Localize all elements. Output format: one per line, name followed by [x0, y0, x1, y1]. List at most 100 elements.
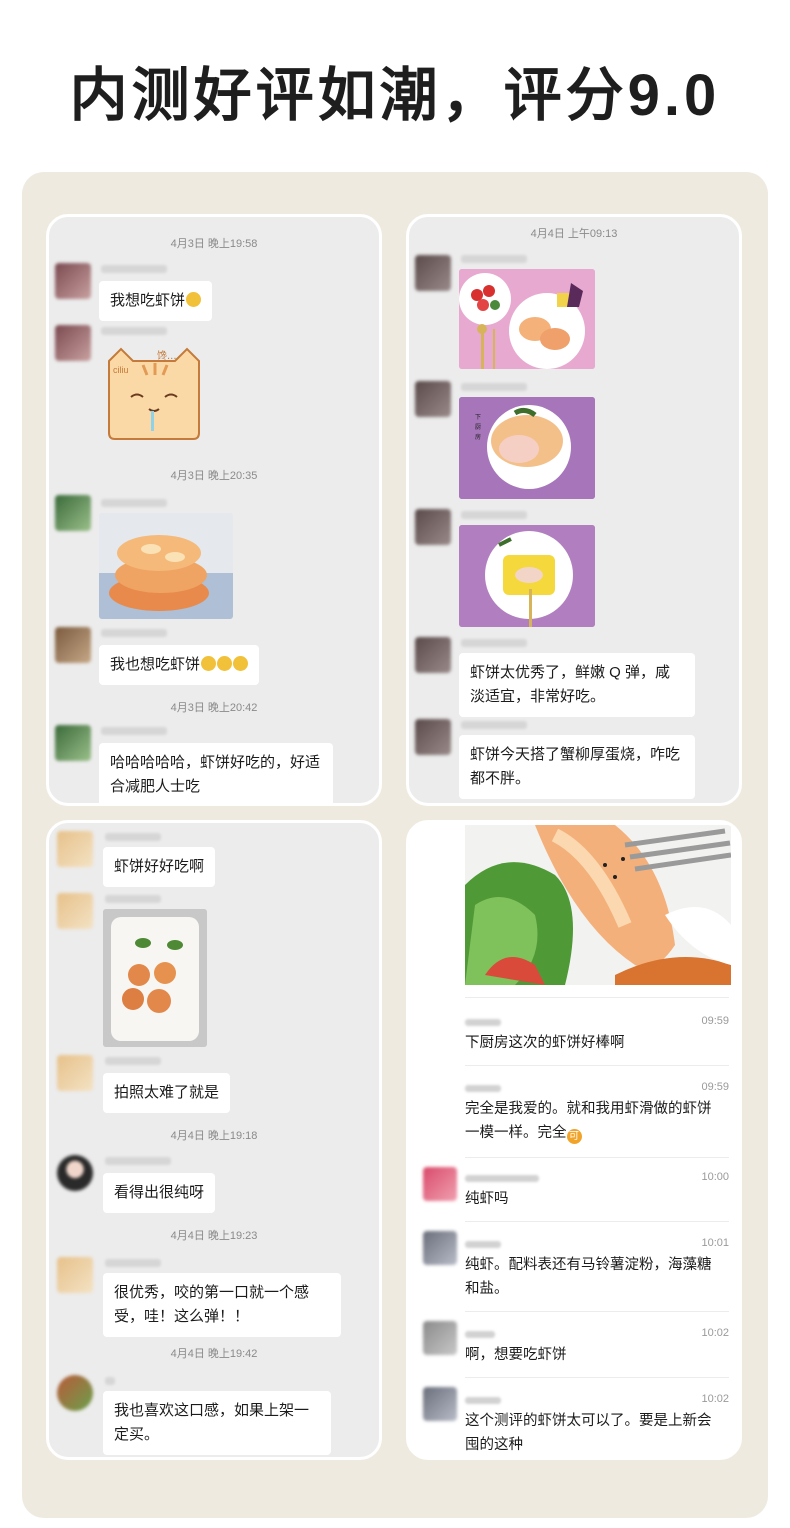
comment-screenshot-4: 09:59 下厨房这次的虾饼好棒啊 09:59 完全是我爱的。就和我用虾滑做的虾…	[406, 820, 742, 1460]
avatar	[57, 831, 93, 867]
timestamp: 4月3日 晚上20:35	[170, 470, 258, 482]
comment-text: 完全是我爱的。就和我用虾滑做的虾饼一模一样。完全可	[465, 1097, 725, 1145]
avatar	[423, 1321, 457, 1355]
crying-face-icon	[217, 656, 233, 671]
avatar	[57, 1375, 93, 1411]
svg-text:厨: 厨	[475, 424, 481, 431]
omelette-plate-photo	[459, 525, 595, 627]
nickname-blurred	[461, 255, 527, 263]
divider	[465, 1065, 729, 1066]
nickname-blurred	[105, 1259, 161, 1267]
nickname-blurred	[461, 383, 527, 391]
shrimp-cake-photo	[99, 513, 233, 619]
message-text: 哈哈哈哈哈，虾饼好吃的，好适合减肥人士吃	[110, 754, 321, 795]
avatar	[57, 1155, 93, 1191]
nickname-blurred	[105, 1057, 161, 1065]
salad-shrimp-cake-photo	[465, 825, 731, 985]
avatar	[55, 725, 91, 761]
avatar	[423, 1167, 457, 1201]
page-title: 内测好评如潮，评分9.0	[69, 63, 721, 128]
comment-text-body: 完全是我爱的。就和我用虾滑做的虾饼一模一样。完全	[465, 1101, 712, 1141]
nickname-blurred	[105, 1157, 171, 1165]
avatar	[415, 637, 451, 673]
message-text: 我也喜欢这口感，如果上架一定买。	[114, 1402, 310, 1443]
nickname-blurred	[101, 327, 167, 335]
nickname-blurred	[461, 639, 527, 647]
avatar	[57, 1055, 93, 1091]
nickname-blurred	[461, 511, 527, 519]
avatar	[423, 1231, 457, 1265]
timestamp: 4月3日 晚上20:42	[170, 702, 258, 714]
chat-bubble: 虾饼今天搭了蟹柳厚蛋烧，咋吃都不胖。	[459, 735, 695, 799]
nickname-blurred	[105, 1377, 115, 1385]
avatar	[55, 325, 91, 361]
chat-screenshot-2: 4月4日 上午09:13 下 厨 房 虾饼太优秀了，鲜嫩 Q 弹，咸淡适宜，非常…	[406, 214, 742, 806]
avatar	[55, 495, 91, 531]
nickname-blurred	[105, 895, 161, 903]
crying-face-icon	[201, 656, 217, 671]
divider	[465, 1311, 729, 1312]
sticker-text: 馋...	[157, 349, 177, 362]
nickname-blurred	[465, 1397, 501, 1404]
nickname-blurred	[465, 1175, 539, 1182]
breakfast-plate-photo	[459, 269, 595, 369]
nickname-blurred	[465, 1019, 501, 1026]
chat-screenshot-1: 4月3日 晚上19:58 我想吃虾饼 ciliu 馋... 4月3日 晚上20:…	[46, 214, 382, 806]
avatar	[415, 719, 451, 755]
comment-text: 啊，想要吃虾饼	[465, 1347, 567, 1363]
timestamp: 4月4日 上午09:13	[530, 228, 618, 240]
chat-bubble: 哈哈哈哈哈，虾饼好吃的，好适合减肥人士吃	[99, 743, 333, 803]
chat-bubble: 拍照太难了就是	[103, 1073, 231, 1113]
message-text: 我也想吃虾饼	[110, 656, 201, 673]
message-text: 拍照太难了就是	[114, 1084, 220, 1101]
divider	[465, 1377, 729, 1378]
shrimp-cakes-tray-photo	[103, 909, 207, 1047]
comment-time: 10:00	[701, 1171, 729, 1183]
svg-text:房: 房	[475, 433, 481, 441]
chat-bubble: 虾饼太优秀了，鲜嫩 Q 弹，咸淡适宜，非常好吃。	[459, 653, 695, 717]
review-board: 4月3日 晚上19:58 我想吃虾饼 ciliu 馋... 4月3日 晚上20:…	[22, 172, 768, 1518]
comment-text: 这个测评的虾饼太可以了。要是上新会囤的这种	[465, 1413, 712, 1453]
coin-emoji-icon: 可	[566, 1129, 582, 1144]
sad-face-icon	[186, 292, 202, 307]
avatar	[57, 1257, 93, 1293]
chat-bubble: 我也喜欢这口感，如果上架一定买。	[103, 1391, 331, 1455]
comment-time: 10:02	[701, 1327, 729, 1339]
crying-face-icon	[233, 656, 249, 671]
chat-bubble: 看得出很纯呀	[103, 1173, 216, 1213]
chat-bubble: 我也想吃虾饼	[99, 645, 260, 685]
chat-bubble: 很优秀，咬的第一口就一个感受，哇！这么弹！！	[103, 1273, 341, 1337]
chat-screenshot-3: 虾饼好好吃啊 拍照太难了就是 4月4日 晚上19:18 看得出很纯呀 4月4日 …	[46, 820, 382, 1460]
nickname-blurred	[105, 833, 161, 841]
avatar	[415, 381, 451, 417]
message-text: 看得出很纯呀	[114, 1184, 205, 1201]
message-text: 虾饼今天搭了蟹柳厚蛋烧，咋吃都不胖。	[470, 746, 681, 787]
nickname-blurred	[461, 721, 527, 729]
nickname-blurred	[465, 1331, 495, 1338]
avatar	[415, 255, 451, 291]
divider	[465, 997, 729, 998]
divider	[465, 1157, 729, 1158]
timestamp: 4月4日 晚上19:18	[170, 1130, 258, 1142]
chat-bubble: 虾饼好好吃啊	[103, 847, 216, 887]
divider	[465, 1221, 729, 1222]
comment-text: 下厨房这次的虾饼好棒啊	[465, 1035, 625, 1051]
avatar	[55, 263, 91, 299]
avatar	[55, 627, 91, 663]
nickname-blurred	[465, 1241, 501, 1248]
nickname-blurred	[101, 629, 167, 637]
comment-text: 纯虾。配料表还有马铃薯淀粉，海藻糖和盐。	[465, 1257, 712, 1297]
avatar	[57, 893, 93, 929]
avatar	[415, 509, 451, 545]
chat-bubble: 我想吃虾饼	[99, 281, 213, 321]
message-text: 很优秀，咬的第一口就一个感受，哇！这么弹！！	[114, 1284, 310, 1325]
comment-text: 纯虾吗	[465, 1191, 509, 1207]
timestamp: 4月3日 晚上19:58	[170, 238, 258, 250]
svg-text:下: 下	[475, 414, 481, 421]
message-text: 虾饼太优秀了，鲜嫩 Q 弹，咸淡适宜，非常好吃。	[470, 664, 671, 705]
comment-time: 10:02	[701, 1393, 729, 1405]
message-text: 虾饼好好吃啊	[114, 858, 205, 875]
sticker-text: ciliu	[113, 365, 129, 375]
comment-time: 09:59	[701, 1015, 729, 1027]
avatar	[423, 1387, 457, 1421]
